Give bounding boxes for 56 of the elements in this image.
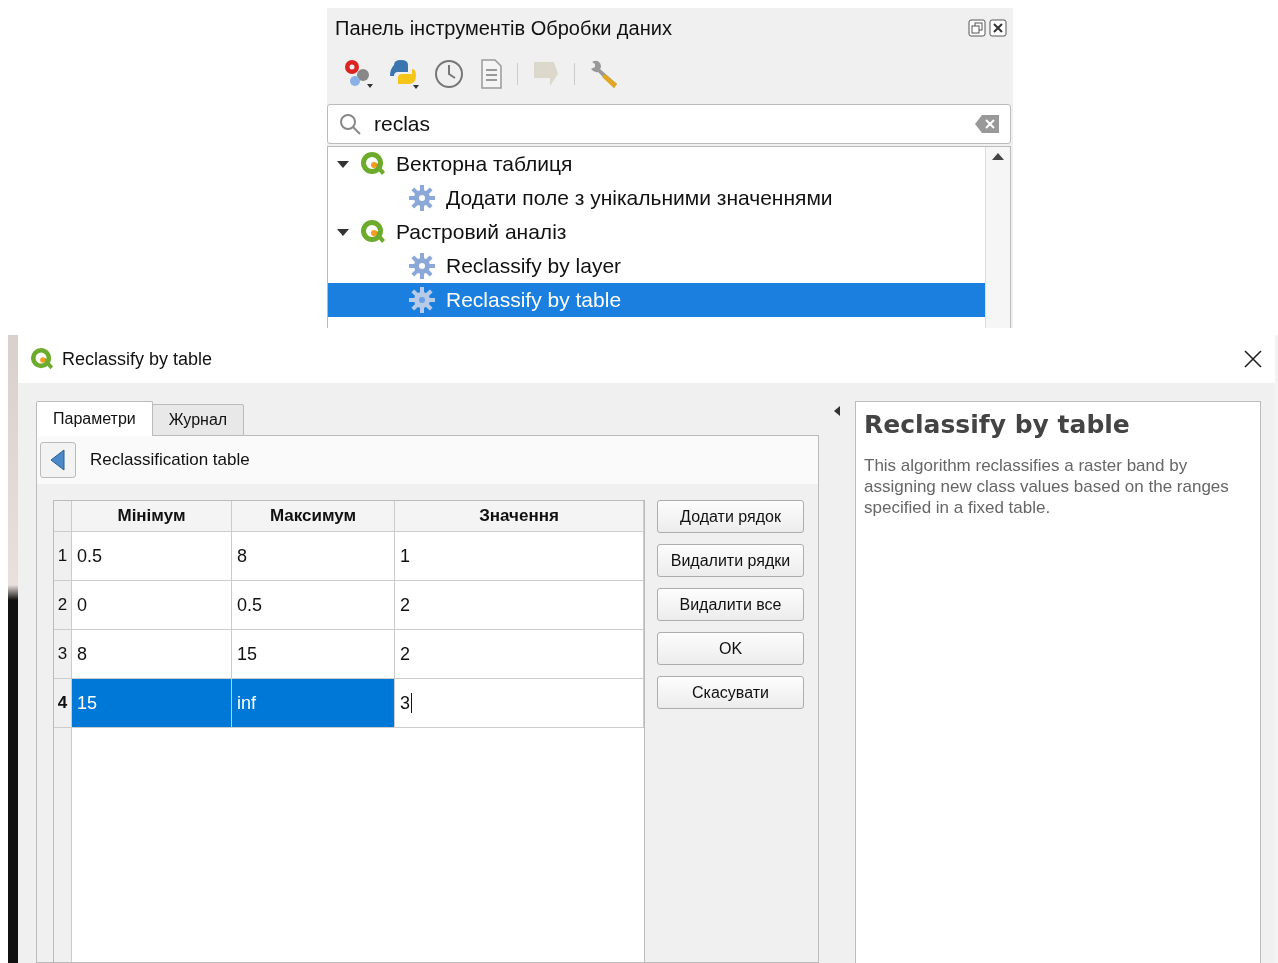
panel-title: Панель інструментів Обробки даних — [335, 16, 672, 40]
table-cell: 8 — [72, 630, 232, 679]
table-cell: 2 — [395, 581, 644, 630]
panel-title: Reclassification table — [90, 450, 250, 470]
table-button[interactable]: Видалити все — [657, 588, 804, 621]
gear-icon — [408, 252, 436, 280]
table-button[interactable]: OK — [657, 632, 804, 665]
tree-item[interactable]: Reclassify by layer — [328, 249, 985, 283]
row-header[interactable]: 3 — [54, 630, 72, 679]
search-input[interactable]: reclas — [372, 111, 964, 137]
float-icon[interactable] — [968, 19, 986, 37]
tree-item[interactable]: Reclassify by table — [328, 283, 985, 317]
close-icon[interactable] — [989, 19, 1007, 37]
help-text: This algorithm reclassifies a raster band by assigning new class values based on the ranges specified in a fixed table. — [864, 455, 1230, 518]
search-icon — [338, 112, 362, 136]
tree-item[interactable]: Растровий аналіз — [328, 215, 985, 249]
qgis-logo-icon — [360, 151, 386, 177]
table-cell: 0.5 — [232, 581, 395, 630]
gear-icon — [408, 286, 436, 314]
row-header[interactable]: 4 — [54, 679, 72, 728]
help-title: Reclassify by table — [864, 410, 1131, 439]
clock-icon[interactable] — [433, 58, 465, 90]
clear-icon[interactable] — [974, 114, 1000, 134]
column-header[interactable]: Значення — [395, 501, 644, 532]
row-header[interactable]: 2 — [54, 581, 72, 630]
cell-editor[interactable]: 3 — [395, 679, 644, 728]
table-cell: 15 — [232, 630, 395, 679]
table-cell: 8 — [232, 532, 395, 581]
row-header[interactable]: 1 — [54, 532, 72, 581]
scroll-up-icon[interactable] — [991, 151, 1005, 161]
tab[interactable]: Журнал — [151, 404, 245, 436]
tree-item[interactable]: Векторна таблиця — [328, 147, 985, 181]
table-button[interactable]: Додати рядок — [657, 500, 804, 533]
column-header[interactable]: Мінімум — [72, 501, 232, 532]
back-arrow-icon — [50, 449, 66, 471]
qgis-logo-icon — [30, 347, 54, 371]
table-button[interactable]: Скасувати — [657, 676, 804, 709]
close-icon[interactable] — [1243, 349, 1263, 369]
tree-item[interactable]: Додати поле з унікальними значеннями — [328, 181, 985, 215]
table-cell: inf — [232, 679, 395, 728]
table-cell: 0 — [72, 581, 232, 630]
collapse-arrow-icon[interactable] — [833, 405, 841, 417]
window-title: Reclassify by table — [62, 348, 214, 370]
qgis-logo-icon — [360, 219, 386, 245]
table-button[interactable]: Видалити рядки — [657, 544, 804, 577]
table-cell: 15 — [72, 679, 232, 728]
table-cell: 0.5 — [72, 532, 232, 581]
python-icon[interactable] — [387, 57, 421, 91]
gear-icon — [408, 184, 436, 212]
column-header[interactable]: Максимум — [232, 501, 395, 532]
table-cell: 1 — [395, 532, 644, 581]
scrollbar[interactable] — [985, 147, 1010, 328]
search-field[interactable]: reclas — [327, 104, 1011, 144]
back-button[interactable] — [40, 442, 76, 478]
table-cell: 2 — [395, 630, 644, 679]
tab[interactable]: Параметри — [36, 401, 153, 436]
